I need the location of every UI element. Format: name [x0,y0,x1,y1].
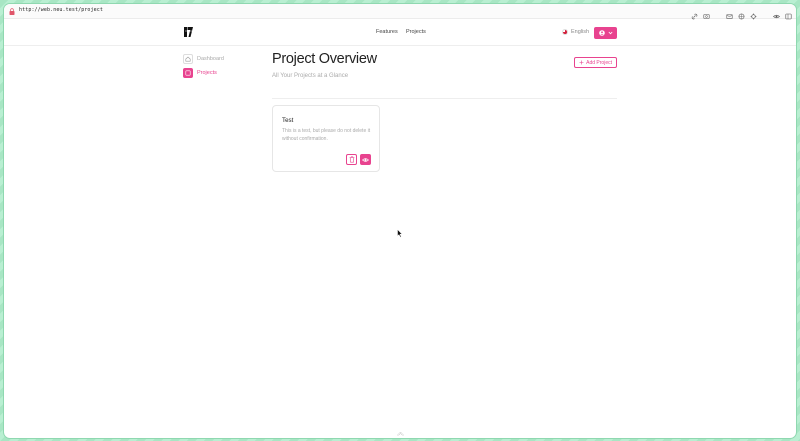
mouse-cursor-icon [397,229,403,238]
sidebar-item-label: Dashboard [197,55,224,62]
eye-icon [362,157,369,162]
lock-icon [9,8,15,15]
view-project-button[interactable] [360,154,371,165]
home-icon [183,53,193,64]
settings-icon[interactable] [750,7,757,20]
delete-project-button[interactable] [346,154,357,165]
sidebar-toggle-icon[interactable] [785,7,792,20]
project-description: This is a test, but please do not delete… [282,128,371,142]
grid-icon [183,67,193,78]
top-navbar: Features Projects English [4,20,796,46]
page-title: Project Overview [272,51,377,67]
project-name: Test [282,117,294,124]
screenshot-icon[interactable] [703,7,710,19]
language-label: English [571,29,590,35]
user-avatar-icon [598,30,605,36]
england-flag-icon [562,29,568,35]
url-text[interactable]: http://web.neu.test/project [19,7,103,13]
project-card[interactable]: Test This is a test, but please do not d… [272,105,380,172]
add-project-label: Add Project [586,59,612,66]
nav-link-projects[interactable]: Projects [406,29,426,35]
brand-logo[interactable] [183,26,194,38]
sidebar-item-dashboard[interactable]: Dashboard [183,53,224,64]
main-content: Project Overview All Your Projects at a … [272,51,617,99]
sidebar: Dashboard Projects [183,53,224,81]
chevron-down-icon [608,31,612,35]
eye-icon[interactable] [773,7,780,19]
link-icon[interactable] [691,7,698,20]
nav-link-features[interactable]: Features [376,29,398,35]
divider [272,98,617,99]
plus-icon [579,60,584,65]
trash-icon [349,156,354,163]
sidebar-item-projects[interactable]: Projects [183,67,224,78]
browser-toolbar [691,7,792,20]
browser-window: http://web.neu.test/project Features Pro… [4,4,796,438]
language-selector[interactable]: English [562,29,589,35]
globe-icon[interactable] [738,7,745,20]
mail-icon[interactable] [726,7,733,19]
drag-handle-icon[interactable] [396,431,405,436]
address-bar[interactable]: http://web.neu.test/project [4,4,796,20]
add-project-button[interactable]: Add Project [574,57,617,68]
project-actions [346,154,371,165]
sidebar-item-label: Projects [197,69,217,76]
page-subtitle: All Your Projects at a Glance [272,73,349,79]
user-menu-button[interactable] [594,27,617,39]
